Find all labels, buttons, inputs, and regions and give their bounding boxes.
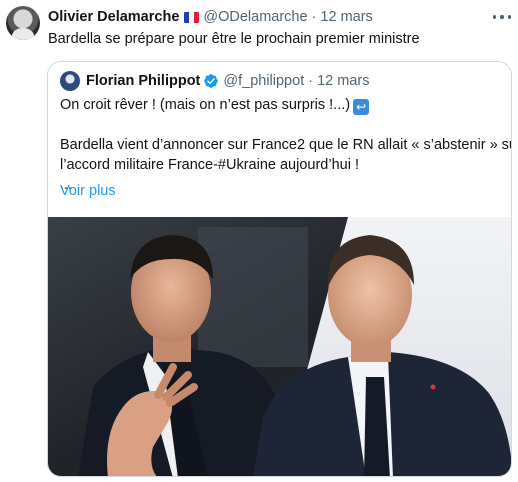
quoted-author-handle[interactable]: @f_philippot xyxy=(223,73,304,89)
quoted-text-line-3: l’accord militaire France-#Ukraine aujou… xyxy=(60,157,359,173)
photo-illustration xyxy=(48,217,511,476)
author-name[interactable]: Olivier Delamarche xyxy=(48,9,179,25)
author-avatar[interactable] xyxy=(6,6,40,40)
quoted-text-spacer xyxy=(60,115,501,135)
quoted-tweet-photo[interactable] xyxy=(48,217,511,476)
quoted-author-name[interactable]: Florian Philippot xyxy=(86,73,200,89)
tweet-date[interactable]: 12 mars xyxy=(320,9,372,25)
quoted-separator-dot: · xyxy=(308,73,314,89)
tweet-text: Bardella se prépare pour être le prochai… xyxy=(48,31,420,47)
voir-plus-link[interactable]: Voir plus xyxy=(60,183,116,199)
quoted-author-avatar[interactable] xyxy=(60,71,80,91)
quoted-tweet[interactable]: Florian Philippot @f_philippot · 12 mars… xyxy=(47,61,512,477)
quoted-text-line: On croit rêver ! (mais on n’est pas surp… xyxy=(60,95,501,115)
separator-dot: · xyxy=(311,9,317,25)
quoted-text-line-2: Bardella vient d’annoncer sur France2 qu… xyxy=(60,137,512,153)
quoted-text-line-1: On croit rêver ! (mais on n’est pas surp… xyxy=(60,97,351,113)
quoted-text-ellipsis: ... xyxy=(60,177,73,193)
more-options-icon[interactable] xyxy=(493,9,511,25)
verified-badge-icon xyxy=(204,74,219,88)
tweet-header: Olivier Delamarche @ODelamarche · 12 mar… xyxy=(48,7,373,27)
quoted-tweet-header: Florian Philippot @f_philippot · 12 mars xyxy=(60,71,369,91)
author-handle[interactable]: @ODelamarche xyxy=(203,9,307,25)
quoted-tweet-date[interactable]: 12 mars xyxy=(317,73,369,89)
return-arrow-emoji-icon: ↩ xyxy=(353,99,370,115)
quoted-tweet-text: On croit rêver ! (mais on n’est pas surp… xyxy=(60,95,512,195)
france-flag-icon xyxy=(184,11,200,23)
